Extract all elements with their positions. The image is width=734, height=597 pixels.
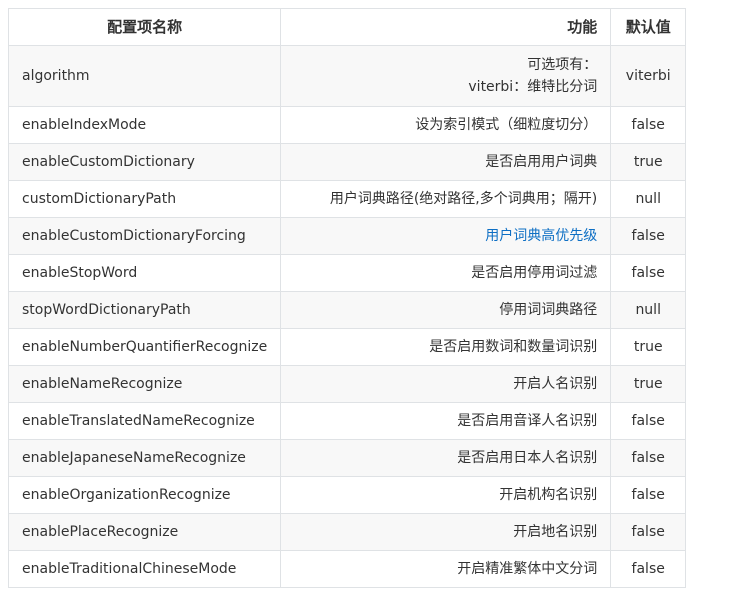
- function-cell: 用户词典路径(绝对路径,多个词典用；隔开): [280, 180, 612, 218]
- config-name-cell: enableTranslatedNameRecognize: [7, 402, 282, 440]
- default-value-cell: true: [610, 365, 687, 403]
- table-row: algorithm 可选项有： viterbi：维特比分词 viterbi: [7, 45, 687, 107]
- default-value-cell: false: [610, 217, 687, 255]
- header-config-name: 配置项名称: [7, 8, 282, 46]
- default-value-cell: viterbi: [610, 45, 687, 107]
- default-value-cell: false: [610, 106, 687, 144]
- table-row: stopWordDictionaryPath 停用词词典路径 null: [7, 291, 687, 329]
- table-row: enableTranslatedNameRecognize 是否启用音译人名识别…: [7, 402, 687, 440]
- table-row: enableStopWord 是否启用停用词过滤 false: [7, 254, 687, 292]
- config-name-cell: enablePlaceRecognize: [7, 513, 282, 551]
- function-cell: 是否启用日本人名识别: [280, 439, 612, 477]
- function-cell: 开启精准繁体中文分词: [280, 550, 612, 588]
- header-row: 配置项名称 功能 默认值: [7, 8, 687, 46]
- default-value-cell: false: [610, 513, 687, 551]
- config-name-cell: enableTraditionalChineseMode: [7, 550, 282, 588]
- config-name-cell: enableIndexMode: [7, 106, 282, 144]
- header-function: 功能: [280, 8, 612, 46]
- config-table: 配置项名称 功能 默认值 algorithm 可选项有： viterbi：维特比…: [7, 8, 687, 588]
- table-body: algorithm 可选项有： viterbi：维特比分词 viterbi en…: [7, 45, 687, 588]
- function-cell: 设为索引模式（细粒度切分）: [280, 106, 612, 144]
- function-line: viterbi：维特比分词: [468, 79, 598, 95]
- default-value-cell: null: [610, 180, 687, 218]
- config-name-cell: enableStopWord: [7, 254, 282, 292]
- table-row: enableIndexMode 设为索引模式（细粒度切分） false: [7, 106, 687, 144]
- config-name-cell: enableOrganizationRecognize: [7, 476, 282, 514]
- default-value-cell: null: [610, 291, 687, 329]
- table-row: enableNameRecognize 开启人名识别 true: [7, 365, 687, 403]
- function-line: 可选项有：: [527, 57, 598, 73]
- function-cell: 停用词词典路径: [280, 291, 612, 329]
- config-name-cell: customDictionaryPath: [7, 180, 282, 218]
- function-cell: 是否启用停用词过滤: [280, 254, 612, 292]
- header-default-value: 默认值: [610, 8, 687, 46]
- table-row: enableOrganizationRecognize 开启机构名识别 fals…: [7, 476, 687, 514]
- config-table-container: 配置项名称 功能 默认值 algorithm 可选项有： viterbi：维特比…: [7, 8, 687, 588]
- function-cell: 是否启用用户词典: [280, 143, 612, 181]
- config-name-cell: enableJapaneseNameRecognize: [7, 439, 282, 477]
- table-row: enableCustomDictionary 是否启用用户词典 true: [7, 143, 687, 181]
- config-name-cell: enableCustomDictionary: [7, 143, 282, 181]
- table-header: 配置项名称 功能 默认值: [7, 8, 687, 46]
- default-value-cell: false: [610, 439, 687, 477]
- table-row: enablePlaceRecognize 开启地名识别 false: [7, 513, 687, 551]
- config-name-cell: stopWordDictionaryPath: [7, 291, 282, 329]
- config-name-cell: enableCustomDictionaryForcing: [7, 217, 282, 255]
- function-cell: 开启机构名识别: [280, 476, 612, 514]
- function-cell: 开启地名识别: [280, 513, 612, 551]
- config-name-cell: enableNameRecognize: [7, 365, 282, 403]
- function-cell: 是否启用数词和数量词识别: [280, 328, 612, 366]
- table-row: enableNumberQuantifierRecognize 是否启用数词和数…: [7, 328, 687, 366]
- config-name-cell: algorithm: [7, 45, 282, 107]
- function-cell: 是否启用音译人名识别: [280, 402, 612, 440]
- default-value-cell: false: [610, 476, 687, 514]
- function-link[interactable]: 用户词典高优先级: [485, 228, 597, 244]
- config-name-cell: enableNumberQuantifierRecognize: [7, 328, 282, 366]
- default-value-cell: true: [610, 328, 687, 366]
- table-row: enableJapaneseNameRecognize 是否启用日本人名识别 f…: [7, 439, 687, 477]
- function-cell: 可选项有： viterbi：维特比分词: [280, 45, 612, 107]
- function-cell: 开启人名识别: [280, 365, 612, 403]
- table-row: enableTraditionalChineseMode 开启精准繁体中文分词 …: [7, 550, 687, 588]
- default-value-cell: false: [610, 550, 687, 588]
- table-row: customDictionaryPath 用户词典路径(绝对路径,多个词典用；隔…: [7, 180, 687, 218]
- default-value-cell: false: [610, 402, 687, 440]
- default-value-cell: false: [610, 254, 687, 292]
- table-row: enableCustomDictionaryForcing 用户词典高优先级 f…: [7, 217, 687, 255]
- function-cell: 用户词典高优先级: [280, 217, 612, 255]
- default-value-cell: true: [610, 143, 687, 181]
